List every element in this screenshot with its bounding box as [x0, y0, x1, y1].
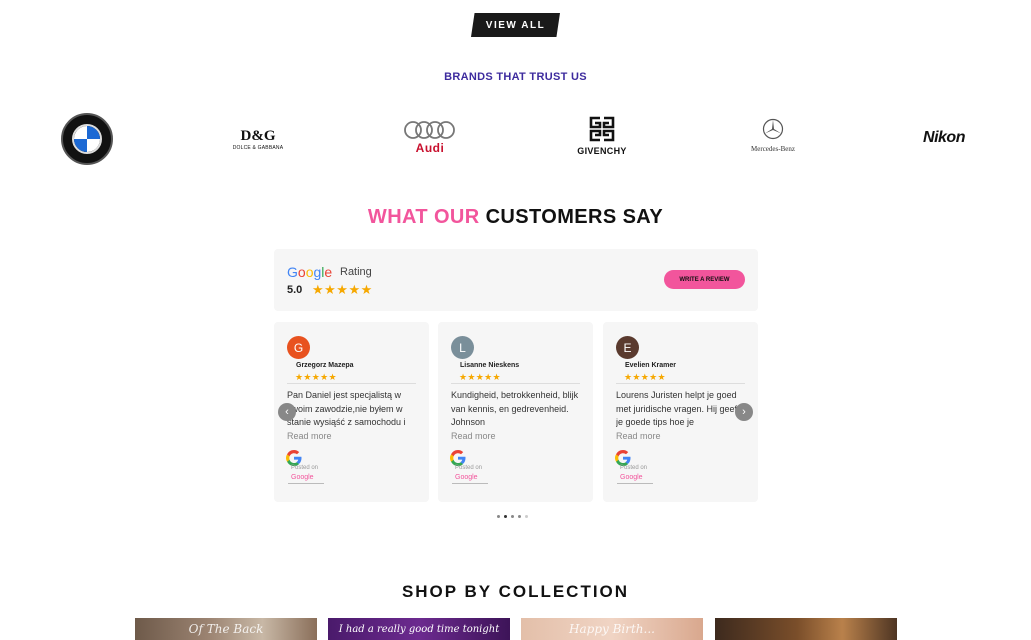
carousel-dot[interactable]	[525, 515, 528, 518]
reviewer-name: Evelien Kramer	[625, 362, 676, 369]
bmw-logo	[61, 113, 113, 165]
reviewer-name: Grzegorz Mazepa	[296, 362, 354, 369]
rating-stars: ★★★★★	[312, 282, 373, 297]
posted-on-label: Posted on	[620, 465, 648, 471]
page: VIEW ALL BRANDS THAT TRUST US D&G DOLCE …	[0, 0, 1031, 640]
review-text: Kundigheid, betrokkenheid, blijk van ken…	[451, 390, 579, 427]
review-divider	[287, 383, 416, 384]
source-underline	[288, 483, 324, 484]
source-underline	[617, 483, 653, 484]
collection-card[interactable]: I had a really good time tonight	[328, 618, 510, 640]
customers-title-pink: WHAT OUR	[367, 206, 480, 228]
givenchy-logo-text: GIVENCHY	[577, 146, 627, 156]
audi-logo-text: Audi	[415, 141, 445, 155]
google-wordmark: Google	[287, 264, 333, 280]
carousel-next-button[interactable]: ›	[735, 403, 753, 421]
mercedes-logo-text: Mercedes-Benz	[751, 145, 795, 153]
review-stars: ★★★★★	[295, 372, 337, 382]
audi-rings-icon	[404, 121, 455, 139]
carousel-dot[interactable]	[518, 515, 521, 518]
review-stars: ★★★★★	[624, 372, 666, 382]
read-more-link[interactable]: Read more	[287, 431, 332, 441]
google-rating-box: Google Rating 5.0 ★★★★★ WRITE A REVIEW	[274, 249, 758, 311]
dg-logo-sub: DOLCE & GABBANA	[232, 145, 284, 151]
posted-on-label: Posted on	[455, 465, 483, 471]
dg-logo-main: D&G	[240, 128, 276, 144]
shop-collection-title: SHOP BY COLLECTION	[401, 582, 630, 601]
avatar: G	[287, 336, 310, 359]
mercedes-logo: Mercedes-Benz	[738, 118, 808, 153]
customers-title-dark: CUSTOMERS SAY	[485, 206, 664, 228]
nikon-logo: Nikon	[923, 129, 965, 146]
bmw-emblem	[72, 124, 102, 154]
review-divider	[616, 383, 745, 384]
review-source-link[interactable]: Google	[291, 474, 314, 481]
review-card: L Lisanne Nieskens ★★★★★ Kundigheid, bet…	[438, 322, 593, 502]
review-source-link[interactable]: Google	[620, 474, 643, 481]
rating-value: 5.0	[287, 284, 303, 296]
google-g-icon	[286, 450, 302, 466]
carousel-dot[interactable]	[511, 515, 514, 518]
google-g-icon	[450, 450, 466, 466]
avatar: E	[616, 336, 639, 359]
collection-card-text: Of The Back	[188, 622, 264, 636]
carousel-dot-active[interactable]	[504, 515, 507, 518]
view-all-button[interactable]: VIEW ALL	[471, 13, 560, 37]
review-card: G Grzegorz Mazepa ★★★★★ Pan Daniel jest …	[274, 322, 429, 502]
posted-on-label: Posted on	[291, 465, 319, 471]
read-more-link[interactable]: Read more	[451, 431, 496, 441]
brands-title: BRANDS THAT TRUST US	[444, 71, 587, 83]
givenchy-emblem-icon	[589, 116, 615, 142]
carousel-prev-button[interactable]: ‹	[278, 403, 296, 421]
collection-card[interactable]: Happy Birth...	[521, 618, 703, 640]
source-underline	[452, 483, 488, 484]
customers-title: WHAT OUR CUSTOMERS SAY	[0, 206, 1031, 229]
review-text: Lourens Juristen helpt je goed met jurid…	[616, 390, 740, 427]
carousel-dots	[497, 515, 528, 518]
collection-card[interactable]	[715, 618, 897, 640]
dolce-gabbana-logo: D&G DOLCE & GABBANA	[226, 128, 290, 151]
google-g-icon	[615, 450, 631, 466]
collection-card-text: I had a really good time tonight	[338, 624, 500, 635]
avatar: L	[451, 336, 474, 359]
review-stars: ★★★★★	[459, 372, 501, 382]
mercedes-star-icon	[762, 118, 784, 140]
givenchy-logo: GIVENCHY	[570, 116, 634, 156]
rating-label: Rating	[340, 266, 372, 278]
collection-card[interactable]: Of The Back	[135, 618, 317, 640]
review-divider	[451, 383, 580, 384]
review-text: Pan Daniel jest specjalistą w swoim zawo…	[287, 390, 406, 427]
carousel-dot[interactable]	[497, 515, 500, 518]
reviewer-name: Lisanne Nieskens	[460, 362, 520, 369]
collection-card-text: Happy Birth...	[569, 622, 655, 636]
brand-logos: D&G DOLCE & GABBANA Audi GIVENCHY Merced…	[0, 110, 1031, 170]
audi-logo: Audi	[400, 120, 460, 155]
read-more-link[interactable]: Read more	[616, 431, 661, 441]
review-source-link[interactable]: Google	[455, 474, 478, 481]
write-review-button[interactable]: WRITE A REVIEW	[664, 270, 745, 289]
